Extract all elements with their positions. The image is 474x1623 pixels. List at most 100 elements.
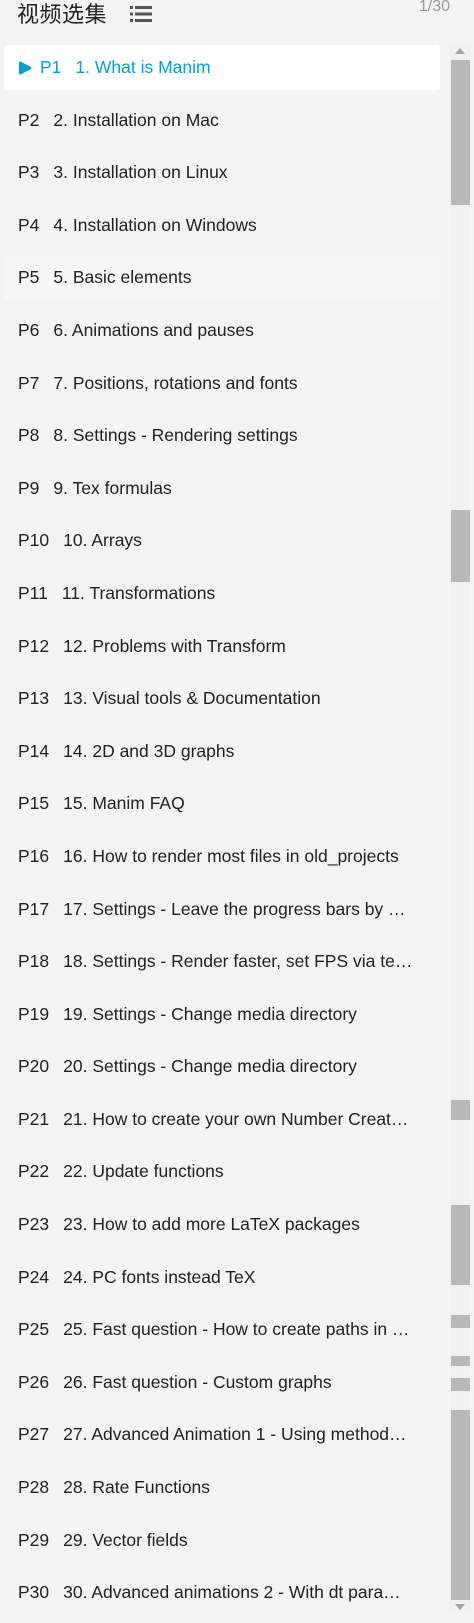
- episode-number: P13: [18, 688, 50, 709]
- episode-title: 13. Visual tools & Documentation: [63, 688, 321, 709]
- episode-item[interactable]: P3 3. Installation on Linux: [4, 150, 440, 195]
- episode-number: P18: [18, 951, 50, 972]
- scroll-thumb[interactable]: [451, 60, 470, 205]
- episode-title: 20. Settings - Change media directory: [63, 1056, 357, 1077]
- episode-title: 24. PC fonts instead TeX: [63, 1266, 256, 1287]
- episode-title: 25. Fast question - How to create paths …: [63, 1319, 410, 1340]
- scroll-mark: [451, 510, 470, 582]
- episode-number: P4: [18, 214, 40, 235]
- episode-number: P20: [18, 1056, 50, 1077]
- scroll-mark: [451, 1410, 470, 1600]
- episode-title: 3. Installation on Linux: [53, 162, 228, 183]
- episode-title: 22. Update functions: [63, 1161, 224, 1182]
- episode-title: 6. Animations and pauses: [53, 319, 254, 340]
- episode-number: P12: [18, 635, 50, 656]
- episode-item[interactable]: P4 4. Installation on Windows: [4, 203, 440, 248]
- episode-number: P29: [18, 1529, 50, 1550]
- episode-item[interactable]: P25 25. Fast question - How to create pat…: [4, 1307, 440, 1352]
- episode-item[interactable]: P24 24. PC fonts instead TeX: [4, 1255, 440, 1300]
- episode-number: P6: [18, 319, 40, 340]
- now-playing-icon: [19, 61, 32, 74]
- episode-title: 15. Manim FAQ: [63, 793, 185, 814]
- episode-title: 18. Settings - Render faster, set FPS vi…: [63, 951, 413, 972]
- episode-number: P24: [18, 1266, 50, 1287]
- page-count: 1/30: [418, 0, 450, 15]
- episode-number: P5: [18, 267, 40, 288]
- episode-title: 9. Tex formulas: [53, 477, 172, 498]
- episode-number: P8: [18, 425, 40, 446]
- episode-item[interactable]: P23 23. How to add more LaTeX packages: [4, 1202, 440, 1247]
- episode-number: P28: [18, 1477, 50, 1498]
- episode-title: 10. Arrays: [63, 530, 142, 551]
- episode-item[interactable]: P14 14. 2D and 3D graphs: [4, 729, 440, 774]
- episode-title: 30. Advanced animations 2 - With dt para…: [63, 1582, 401, 1603]
- episode-item[interactable]: P11 11. Transformations: [4, 571, 440, 616]
- episode-number: P19: [18, 1003, 50, 1024]
- episode-title: 7. Positions, rotations and fonts: [53, 372, 298, 393]
- episode-item[interactable]: P30 30. Advanced animations 2 - With dt p…: [4, 1570, 440, 1615]
- episode-item[interactable]: P22 22. Update functions: [4, 1149, 440, 1194]
- scroll-mark: [451, 1205, 470, 1285]
- episode-title: 8. Settings - Rendering settings: [53, 425, 298, 446]
- scroll-down-arrow-icon[interactable]: [455, 1604, 465, 1610]
- scroll-mark: [451, 1100, 470, 1120]
- scroll-mark: [451, 1315, 470, 1328]
- episode-item[interactable]: P13 13. Visual tools & Documentation: [4, 676, 440, 721]
- episode-title: 1. What is Manim: [75, 57, 211, 77]
- episode-item[interactable]: P26 26. Fast question - Custom graphs: [4, 1360, 440, 1405]
- episode-number: P16: [18, 845, 50, 866]
- episode-item[interactable]: P28 28. Rate Functions: [4, 1465, 440, 1510]
- episode-title: 4. Installation on Windows: [53, 214, 257, 235]
- episode-item[interactable]: P19 19. Settings - Change media directory: [4, 992, 440, 1037]
- episode-item[interactable]: P2 2. Installation on Mac: [4, 98, 440, 143]
- episode-item[interactable]: P5 5. Basic elements: [4, 255, 440, 301]
- episode-number: P30: [18, 1582, 50, 1603]
- episode-number: P3: [18, 162, 40, 183]
- episode-item[interactable]: P27 27. Advanced Animation 1 - Using meth…: [4, 1412, 440, 1457]
- scroll-mark: [451, 1378, 470, 1391]
- episode-number: P26: [18, 1371, 50, 1392]
- episode-number: P2: [18, 109, 40, 130]
- episode-title: 27. Advanced Animation 1 - Using method…: [63, 1424, 407, 1445]
- episode-item[interactable]: P6 6. Animations and pauses: [4, 308, 440, 353]
- episode-item[interactable]: P8 8. Settings - Rendering settings: [4, 413, 440, 458]
- episode-title: 19. Settings - Change media directory: [63, 1003, 357, 1024]
- episode-item[interactable]: P12 12. Problems with Transform: [4, 624, 440, 669]
- episode-title: 5. Basic elements: [53, 267, 192, 288]
- episode-item[interactable]: P1 1. What is Manim: [4, 45, 440, 90]
- episode-title: 11. Transformations: [61, 582, 216, 603]
- playlist-title: 视频选集: [17, 3, 108, 28]
- episode-title: 26. Fast question - Custom graphs: [63, 1371, 332, 1392]
- scroll-up-arrow-icon[interactable]: [455, 48, 465, 54]
- episode-list: P1 1. What is Manim P2 2. Installation on M…: [4, 45, 440, 1623]
- episode-number: P9: [18, 477, 40, 498]
- scrollbar[interactable]: [450, 45, 471, 1610]
- episode-number: P21: [18, 1108, 50, 1129]
- episode-item[interactable]: P7 7. Positions, rotations and fonts: [4, 361, 440, 406]
- list-icon[interactable]: [130, 5, 152, 23]
- episode-number: P27: [18, 1424, 50, 1445]
- episode-item[interactable]: P18 18. Settings - Render faster, set FPS…: [4, 939, 440, 984]
- episode-number: P23: [18, 1214, 50, 1235]
- episode-item[interactable]: P9 9. Tex formulas: [4, 466, 440, 511]
- episode-number: P14: [18, 740, 50, 761]
- episode-title: 28. Rate Functions: [63, 1477, 211, 1498]
- episode-number: P1: [40, 57, 62, 77]
- episode-title: 29. Vector fields: [63, 1529, 188, 1550]
- episode-number: P22: [18, 1161, 50, 1182]
- episode-item[interactable]: P17 17. Settings - Leave the progress bar…: [4, 887, 440, 932]
- episode-item[interactable]: P20 20. Settings - Change media directory: [4, 1044, 440, 1089]
- episode-item[interactable]: P16 16. How to render most files in old_p…: [4, 834, 440, 879]
- episode-item[interactable]: P10 10. Arrays: [4, 518, 440, 563]
- episode-number: P11: [18, 582, 48, 603]
- episode-item[interactable]: P15 15. Manim FAQ: [4, 781, 440, 826]
- episode-title: 21. How to create your own Number Creat…: [63, 1108, 409, 1129]
- episode-number: P15: [18, 793, 50, 814]
- episode-item[interactable]: P29 29. Vector fields: [4, 1518, 440, 1563]
- episode-title: 2. Installation on Mac: [53, 109, 219, 130]
- episode-title: 16. How to render most files in old_proj…: [63, 845, 399, 866]
- episode-title: 17. Settings - Leave the progress bars b…: [63, 898, 406, 919]
- episode-number: P17: [18, 898, 50, 919]
- episode-item[interactable]: P21 21. How to create your own Number Cre…: [4, 1097, 440, 1142]
- episode-number: P25: [18, 1319, 50, 1340]
